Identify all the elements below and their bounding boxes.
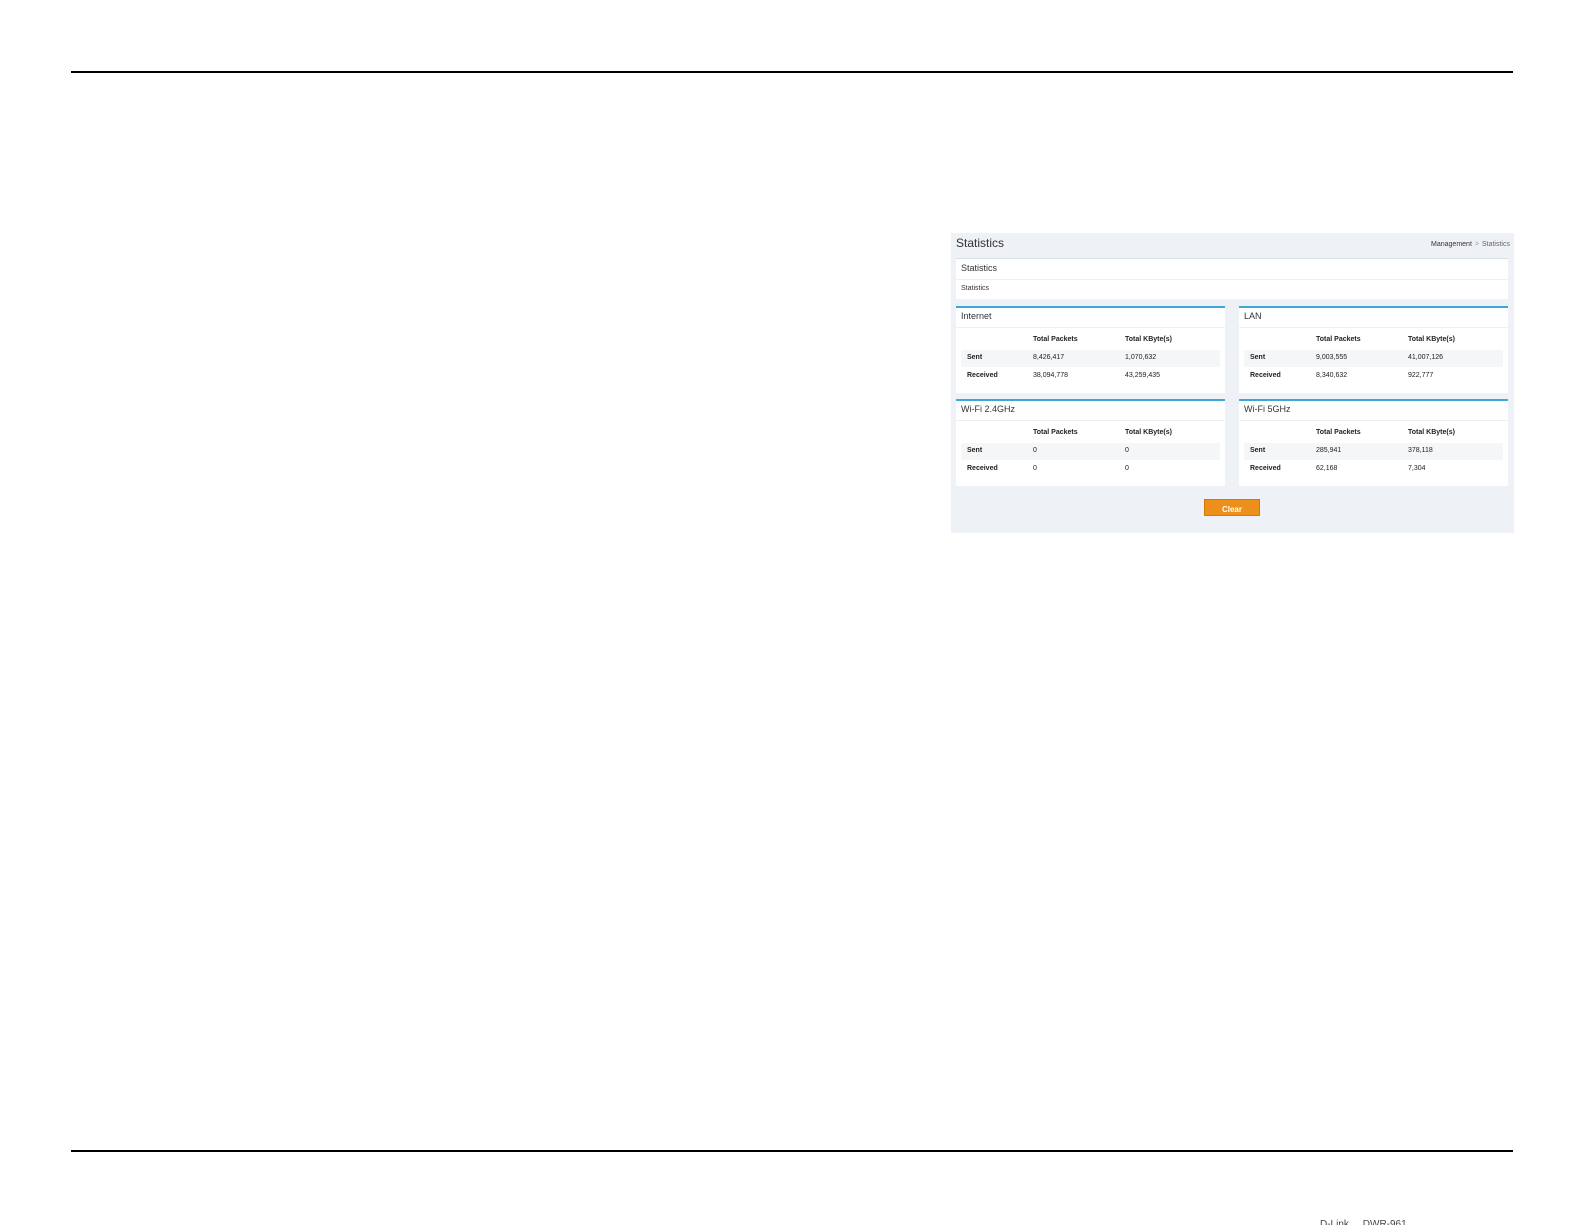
row-band	[961, 443, 1220, 460]
row-label-sent: Sent	[967, 354, 983, 361]
top-rule	[71, 71, 1513, 73]
col-total-kbytes: Total KByte(s)	[1408, 429, 1455, 436]
lan-panel: LAN Total Packets Total KByte(s) Sent 9,…	[1239, 306, 1508, 393]
sent-packets: 8,426,417	[1033, 354, 1065, 361]
intro-card: Statistics Statistics	[956, 258, 1508, 299]
intro-description: Statistics	[961, 285, 990, 292]
sent-kbytes: 1,070,632	[1125, 354, 1157, 361]
col-total-packets: Total Packets	[1033, 336, 1078, 343]
row-label-received: Received	[1250, 465, 1281, 472]
intro-title: Statistics	[961, 263, 998, 273]
wifi-24ghz-panel: Wi-Fi 2.4GHz Total Packets Total KByte(s…	[956, 399, 1225, 486]
row-band	[1244, 443, 1503, 460]
received-kbytes: 922,777	[1408, 372, 1434, 379]
clear-button[interactable]: Clear	[1204, 499, 1260, 516]
received-packets: 62,168	[1316, 465, 1338, 472]
col-total-packets: Total Packets	[1033, 429, 1078, 436]
sent-kbytes: 41,007,126	[1408, 354, 1444, 361]
row-label-sent: Sent	[967, 447, 983, 454]
col-total-kbytes: Total KByte(s)	[1125, 336, 1172, 343]
col-total-packets: Total Packets	[1316, 336, 1361, 343]
received-packets: 38,094,778	[1033, 372, 1069, 379]
row-band	[1244, 350, 1503, 367]
row-label-received: Received	[967, 465, 998, 472]
breadcrumb-current: Statistics	[1481, 241, 1510, 248]
panel-divider	[956, 420, 1225, 421]
row-band	[961, 350, 1220, 367]
page-title: Statistics	[956, 236, 1005, 250]
panel-title: LAN	[1244, 311, 1262, 321]
bottom-rule	[71, 1150, 1513, 1152]
panel-title: Wi-Fi 2.4GHz	[961, 404, 1015, 414]
received-kbytes: 43,259,435	[1125, 372, 1161, 379]
row-label-sent: Sent	[1250, 354, 1266, 361]
sent-kbytes: 378,118	[1408, 447, 1433, 454]
received-kbytes: 0	[1125, 465, 1129, 472]
panel-divider	[1239, 420, 1508, 421]
wifi-5ghz-panel: Wi-Fi 5GHz Total Packets Total KByte(s) …	[1239, 399, 1508, 486]
received-packets: 8,340,632	[1316, 372, 1348, 379]
panel-divider	[956, 327, 1225, 328]
col-total-kbytes: Total KByte(s)	[1408, 336, 1455, 343]
breadcrumb-separator: >	[1474, 241, 1479, 248]
panel-title: Internet	[961, 311, 992, 321]
breadcrumb-management[interactable]: Management	[1431, 241, 1472, 248]
internet-panel: Internet Total Packets Total KByte(s) Se…	[956, 306, 1225, 393]
row-label-received: Received	[967, 372, 998, 379]
col-total-packets: Total Packets	[1316, 429, 1361, 436]
received-kbytes: 7,304	[1408, 465, 1426, 472]
sent-packets: 285,941	[1316, 447, 1342, 454]
panel-divider	[1239, 327, 1508, 328]
received-packets: 0	[1033, 465, 1037, 472]
row-label-received: Received	[1250, 372, 1281, 379]
panel-title: Wi-Fi 5GHz	[1244, 404, 1291, 414]
statistics-screenshot: Statistics Management > Statistics Statist…	[951, 233, 1514, 533]
intro-divider	[956, 279, 1508, 280]
sent-packets: 0	[1033, 447, 1037, 454]
row-label-sent: Sent	[1250, 447, 1266, 454]
footer-fragment: D-Link ... DWR-961 ...	[1320, 1219, 1418, 1225]
breadcrumb: Management > Statistics	[1431, 241, 1510, 248]
col-total-kbytes: Total KByte(s)	[1125, 429, 1172, 436]
sent-packets: 9,003,555	[1316, 354, 1348, 361]
sent-kbytes: 0	[1125, 447, 1129, 454]
